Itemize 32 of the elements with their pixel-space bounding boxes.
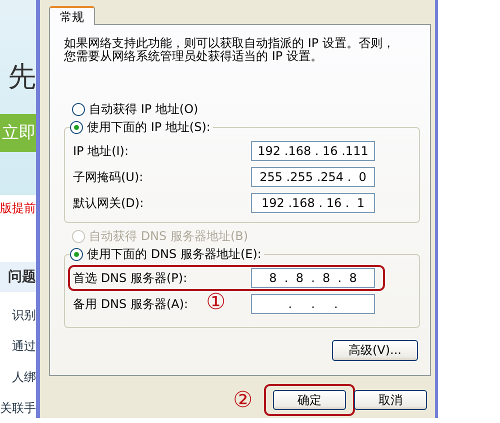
article-link[interactable]: 通过 [0, 338, 36, 354]
radio-button[interactable] [70, 248, 83, 260]
radio-button[interactable] [70, 120, 83, 134]
field-label: 子网掩码(U): [73, 168, 144, 186]
notice-text: 版提前 [0, 200, 36, 217]
radio-label: 自动获得 DNS 服务器地址(B) [89, 228, 248, 244]
article-link[interactable]: 识别 [0, 307, 36, 323]
ip-address-field[interactable]: . . . [251, 294, 375, 314]
description-text: 如果网络支持此功能，则可以获取自动指派的 IP 设置。否则， [64, 37, 394, 50]
step-marker: ① [206, 292, 226, 314]
article-link[interactable]: 人绑 [0, 369, 36, 385]
tab[interactable]: 常规 [49, 6, 95, 25]
dialog-button[interactable]: 确定 [273, 390, 346, 410]
ip-address-field[interactable]: 255 .255 .254 . 0 [251, 167, 375, 187]
ip-address-field[interactable]: 192 .168 . 16 . 1 [251, 193, 375, 213]
field-label: 备用 DNS 服务器(A): [73, 296, 188, 312]
ip-address-field[interactable]: 192 .168 . 16 .111 [251, 141, 375, 161]
advanced-button[interactable]: 高级(V)... [332, 340, 418, 361]
ip-address-field[interactable]: 8 . 8 . 8 . 8 [251, 268, 375, 288]
field-label: IP 地址(I): [73, 142, 129, 160]
radio-label: 使用下面的 DNS 服务器地址(E): [87, 246, 262, 262]
field-label: 默认网关(D): [73, 194, 144, 212]
radio-button[interactable] [72, 102, 85, 116]
article-link[interactable]: 关联手 [0, 400, 36, 416]
description-text: 您需要从网络系统管理员处获得适当的 IP 设置。 [64, 50, 322, 63]
radio-label: 使用下面的 IP 地址(S): [87, 118, 210, 136]
section-title: 问题 [8, 268, 36, 286]
dialog-button[interactable]: 取消 [354, 390, 427, 410]
field-label: 首选 DNS 服务器(P): [73, 270, 188, 286]
step-marker: ② [233, 390, 253, 412]
banner-heading: 先 [8, 60, 36, 94]
radio-label: 自动获得 IP 地址(O) [89, 100, 198, 118]
